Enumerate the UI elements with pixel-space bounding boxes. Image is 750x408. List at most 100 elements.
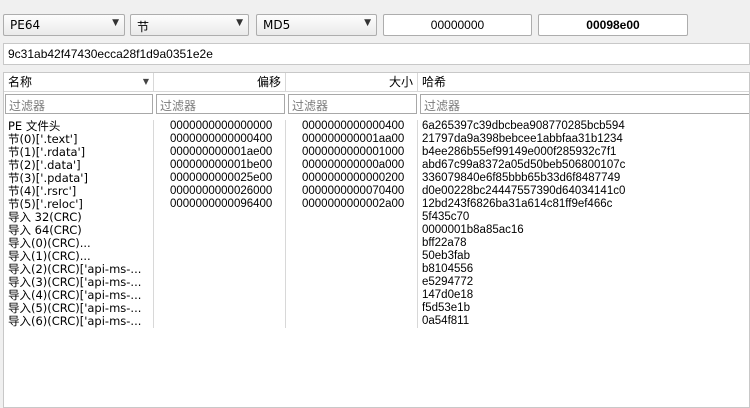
row-name-cell: 节(5)['.reloc'] (4, 198, 154, 211)
table-row[interactable]: 节(4)['.rsrc'] 0000000000026000 00000000000… (4, 185, 749, 198)
row-size-cell (286, 237, 418, 250)
row-size-cell (286, 315, 418, 328)
row-name-cell: 节(4)['.rsrc'] (4, 185, 154, 198)
chevron-down-icon: ▼ (364, 18, 371, 28)
row-offset-cell (154, 263, 286, 276)
row-size-cell (286, 276, 418, 289)
row-hash-cell: b8104556 (422, 263, 474, 275)
table-row[interactable]: 导入(3)(CRC)['api-ms-... e5294772 (4, 276, 749, 289)
row-offset-cell: 0000000000000000 (154, 120, 286, 133)
row-size-cell (286, 263, 418, 276)
table-row[interactable]: 导入(1)(CRC)... 50eb3fab (4, 250, 749, 263)
hash-method-combo[interactable]: MD5 ▼ (256, 14, 377, 36)
sort-arrow-icon: ▼ (142, 77, 149, 86)
row-offset-cell (154, 289, 286, 302)
table-row[interactable]: 节(3)['.pdata'] 0000000000025e00 0000000000… (4, 172, 749, 185)
row-name-cell: 导入(3)(CRC)['api-ms-... (4, 276, 154, 289)
row-hash-cell: 21797da9a398bebcee1abbfaa31b1234 (422, 133, 623, 145)
hash-result-field[interactable]: 9c31ab42f47430ecca28f1d9a0351e2e (3, 43, 750, 65)
table-row[interactable]: 导入(6)(CRC)['api-ms-... 0a54f811 (4, 315, 749, 328)
row-hash-cell: 12bd243f6826ba31a614c81ff9ef466c (422, 198, 613, 210)
section-combo[interactable]: 节 ▼ (130, 14, 249, 36)
row-name-cell: 导入(6)(CRC)['api-ms-... (4, 315, 154, 328)
row-name-cell: 导入(2)(CRC)['api-ms-... (4, 263, 154, 276)
column-header-name-label: 名称 (8, 75, 33, 89)
row-name-cell: 节(1)['.rdata'] (4, 146, 154, 159)
column-header-hash[interactable]: 哈希 (418, 73, 749, 91)
row-name-cell: 导入 32(CRC) (4, 211, 154, 224)
row-name-cell: 节(3)['.pdata'] (4, 172, 154, 185)
table-body: PE 文件头 0000000000000000 0000000000000400 6a… (4, 120, 749, 328)
row-name-cell: 导入 64(CRC) (4, 224, 154, 237)
row-size-cell: 000000000000a000 (286, 159, 418, 172)
size-field[interactable]: 00098e00 (538, 14, 688, 36)
hash-table: 名称 ▼ 偏移 大小 哈希 过滤器 过滤器 过滤器 过滤器 PE 文件头 0000… (3, 72, 750, 408)
row-hash-cell: e5294772 (422, 276, 474, 288)
row-hash-cell: 5f435c70 (422, 211, 470, 223)
row-offset-cell (154, 302, 286, 315)
row-offset-cell: 0000000000096400 (154, 198, 286, 211)
table-row[interactable]: PE 文件头 0000000000000000 0000000000000400 6a… (4, 120, 749, 133)
row-hash-cell: bff22a78 (422, 237, 467, 249)
row-size-cell: 0000000000001000 (286, 146, 418, 159)
row-name-cell: 导入(4)(CRC)['api-ms-... (4, 289, 154, 302)
table-row[interactable]: 导入(4)(CRC)['api-ms-... 147d0e18 (4, 289, 749, 302)
section-value: 节 (137, 20, 150, 34)
file-type-combo[interactable]: PE64 ▼ (3, 14, 125, 36)
chevron-down-icon: ▼ (236, 18, 243, 28)
row-hash-cell: b4ee286b55ef99149e000f285932c7f1 (422, 146, 617, 158)
row-offset-cell (154, 211, 286, 224)
table-row[interactable]: 导入(2)(CRC)['api-ms-... b8104556 (4, 263, 749, 276)
row-size-cell: 0000000000070400 (286, 185, 418, 198)
row-size-cell: 0000000000000200 (286, 172, 418, 185)
column-header-size[interactable]: 大小 (286, 73, 418, 91)
filter-offset-input[interactable]: 过滤器 (156, 94, 285, 114)
row-name-cell: 节(2)['.data'] (4, 159, 154, 172)
row-hash-cell: 0000001b8a85ac16 (422, 224, 524, 236)
column-header-offset[interactable]: 偏移 (154, 73, 286, 91)
filter-hash-input[interactable]: 过滤器 (420, 94, 749, 114)
filter-name-input[interactable]: 过滤器 (5, 94, 153, 114)
row-size-cell: 0000000000002a00 (286, 198, 418, 211)
row-name-cell: 节(0)['.text'] (4, 133, 154, 146)
table-row[interactable]: 节(5)['.reloc'] 0000000000096400 0000000000… (4, 198, 749, 211)
table-row[interactable]: 节(2)['.data'] 000000000001be00 00000000000… (4, 159, 749, 172)
offset-field[interactable]: 00000000 (383, 14, 532, 36)
row-hash-cell: 50eb3fab (422, 250, 470, 262)
table-row[interactable]: 导入 32(CRC) 5f435c70 (4, 211, 749, 224)
table-row[interactable]: 节(0)['.text'] 0000000000000400 00000000000… (4, 133, 749, 146)
table-row[interactable]: 导入 64(CRC) 0000001b8a85ac16 (4, 224, 749, 237)
row-offset-cell: 000000000001be00 (154, 159, 286, 172)
row-offset-cell: 0000000000000400 (154, 133, 286, 146)
row-name-cell: 导入(0)(CRC)... (4, 237, 154, 250)
row-hash-cell: 0a54f811 (422, 315, 470, 327)
row-hash-cell: 6a265397c39dbcbea908770285bcb594 (422, 120, 625, 132)
row-size-cell: 000000000001aa00 (286, 133, 418, 146)
row-offset-cell (154, 224, 286, 237)
table-row[interactable]: 导入(0)(CRC)... bff22a78 (4, 237, 749, 250)
file-type-value: PE64 (10, 18, 41, 32)
table-row[interactable]: 节(1)['.rdata'] 000000000001ae00 0000000000… (4, 146, 749, 159)
table-row[interactable]: 导入(5)(CRC)['api-ms-... f5d53e1b (4, 302, 749, 315)
table-header: 名称 ▼ 偏移 大小 哈希 (4, 73, 749, 92)
row-offset-cell (154, 250, 286, 263)
row-name-cell: PE 文件头 (4, 120, 154, 133)
row-offset-cell (154, 276, 286, 289)
row-size-cell: 0000000000000400 (286, 120, 418, 133)
row-name-cell: 导入(1)(CRC)... (4, 250, 154, 263)
row-size-cell (286, 224, 418, 237)
row-offset-cell (154, 237, 286, 250)
row-hash-cell: d0e00228bc24447557390d64034141c0 (422, 185, 626, 197)
row-size-cell (286, 211, 418, 224)
row-hash-cell: 336079840e6f85bbb65b33d6f8487749 (422, 172, 621, 184)
column-header-name[interactable]: 名称 ▼ (4, 73, 154, 91)
row-offset-cell: 000000000001ae00 (154, 146, 286, 159)
row-offset-cell (154, 315, 286, 328)
row-hash-cell: 147d0e18 (422, 289, 474, 301)
row-hash-cell: abd67c99a8372a05d50beb506800107c (422, 159, 626, 171)
filter-size-input[interactable]: 过滤器 (288, 94, 417, 114)
hash-method-value: MD5 (263, 18, 291, 32)
row-hash-cell: f5d53e1b (422, 302, 470, 314)
row-size-cell (286, 289, 418, 302)
chevron-down-icon: ▼ (112, 18, 119, 28)
